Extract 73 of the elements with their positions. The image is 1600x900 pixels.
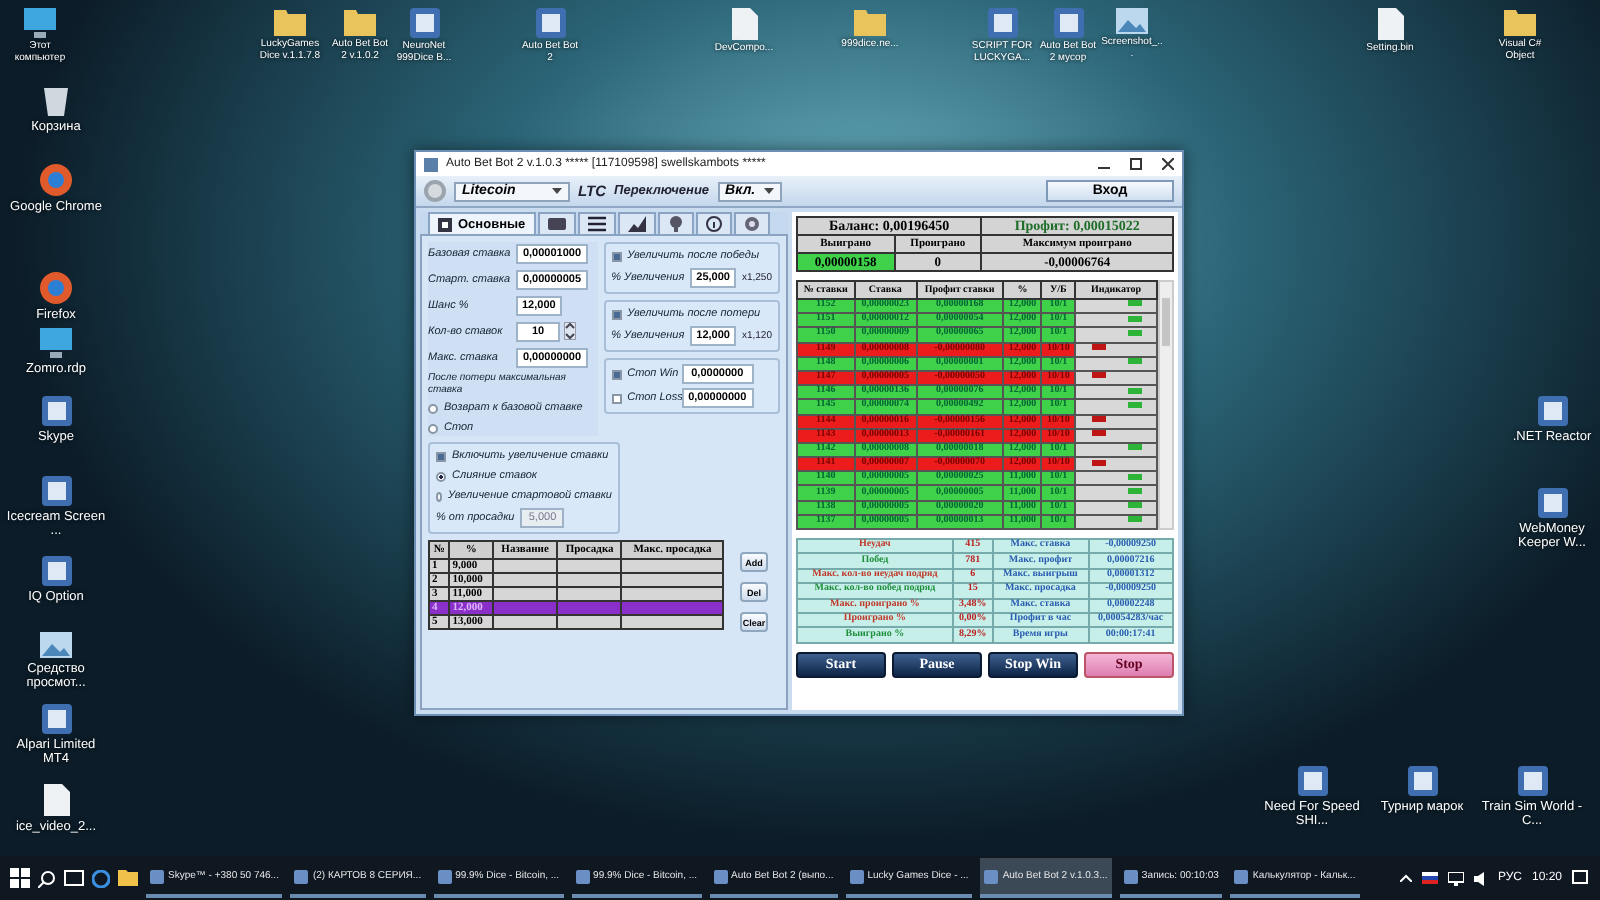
radio-button[interactable] [428, 403, 438, 413]
tab[interactable] [577, 212, 616, 234]
tab[interactable] [537, 212, 576, 234]
app-icon[interactable] [41, 396, 71, 426]
app-icon[interactable] [535, 8, 565, 38]
image-icon[interactable] [40, 632, 72, 658]
folder-icon[interactable] [344, 8, 376, 36]
app-icon[interactable] [41, 556, 71, 586]
app-icon[interactable] [1537, 488, 1567, 518]
indicator-mark [1127, 358, 1141, 365]
caret-icon [763, 188, 774, 194]
caret-icon[interactable] [1399, 874, 1412, 882]
close-icon[interactable] [1162, 158, 1174, 170]
checkbox[interactable] [611, 251, 622, 261]
caret-icon [552, 188, 562, 194]
checkbox[interactable] [611, 369, 622, 379]
folder-icon[interactable] [1504, 8, 1536, 36]
folder-icon[interactable] [118, 870, 138, 886]
checkbox[interactable] [611, 309, 622, 319]
trash-icon[interactable] [44, 84, 68, 116]
app-icon [437, 869, 452, 883]
radio-button[interactable] [436, 471, 446, 481]
tab[interactable] [657, 212, 694, 234]
indicator-mark [1091, 344, 1105, 351]
app-icon [1234, 869, 1249, 883]
app-icon[interactable] [41, 476, 71, 506]
radio-button[interactable] [428, 423, 438, 433]
network-icon[interactable] [1447, 871, 1464, 885]
indicator-mark [1091, 372, 1105, 379]
windows-icon[interactable] [10, 868, 30, 888]
app-icon [1123, 869, 1138, 883]
coin-icon [424, 180, 446, 202]
indicator-mark [1127, 444, 1141, 451]
monitor-icon[interactable] [40, 328, 72, 358]
app-icon [984, 869, 999, 883]
folder-icon[interactable] [274, 8, 306, 36]
app-icon[interactable] [1537, 396, 1567, 426]
app-icon [294, 869, 309, 883]
browser-icon[interactable] [92, 869, 110, 887]
maximize-icon[interactable] [1130, 158, 1142, 170]
spinner-icon[interactable] [564, 322, 576, 340]
monitor-icon[interactable] [24, 8, 56, 38]
app-icon [424, 157, 438, 171]
app-icon [575, 869, 590, 883]
notification-icon[interactable] [1572, 870, 1588, 886]
app-icon[interactable] [1297, 766, 1327, 796]
app-icon[interactable] [41, 704, 71, 734]
app-icon[interactable] [409, 8, 439, 38]
checkbox[interactable] [611, 393, 622, 403]
scrollbar[interactable] [1158, 280, 1174, 530]
checkbox[interactable] [436, 451, 446, 461]
image-icon[interactable] [1116, 8, 1148, 34]
info-icon [705, 216, 722, 232]
card-icon [547, 218, 566, 230]
app-icon[interactable] [1517, 766, 1547, 796]
document-icon[interactable] [43, 784, 69, 816]
search-icon[interactable] [38, 869, 56, 887]
task-view-icon[interactable] [64, 870, 84, 886]
document-icon[interactable] [1377, 8, 1403, 40]
radio-button[interactable] [436, 491, 443, 501]
indicator-mark [1091, 459, 1105, 466]
app-icon[interactable] [1407, 766, 1437, 796]
sliders-icon [587, 216, 606, 232]
tab[interactable] [617, 212, 656, 234]
app-icon [150, 869, 164, 883]
flag-icon[interactable] [1421, 872, 1438, 884]
app-icon [713, 869, 728, 883]
globe-icon[interactable] [40, 164, 72, 196]
globe-icon[interactable] [40, 272, 72, 304]
speaker-icon[interactable] [1473, 871, 1488, 885]
tab[interactable] [695, 212, 732, 234]
card-icon [438, 217, 452, 231]
app-icon [849, 869, 864, 883]
